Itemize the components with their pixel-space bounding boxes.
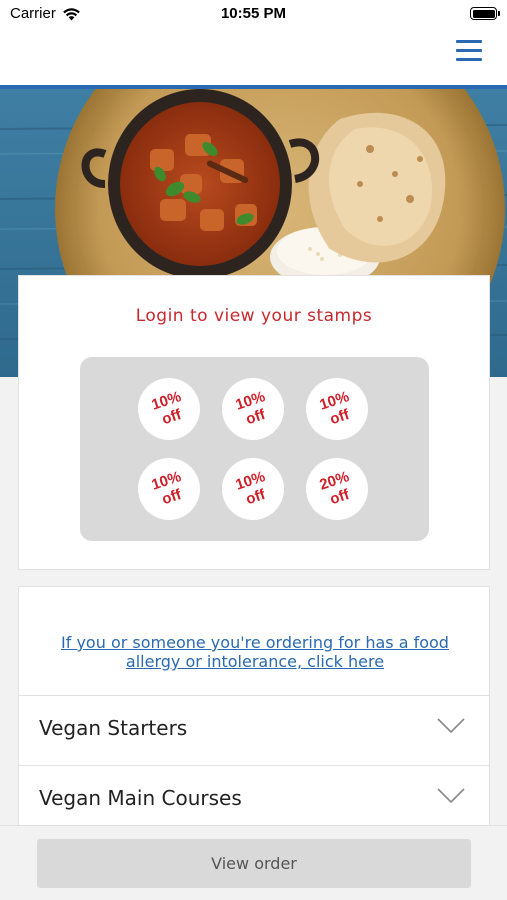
stamp-1: 10% off <box>138 378 200 440</box>
chevron-down-icon <box>437 788 465 808</box>
stamp-6: 20% off <box>306 458 368 520</box>
category-vegan-starters[interactable]: Vegan Starters <box>19 695 489 765</box>
stamp-4: 10% off <box>138 458 200 520</box>
bottom-bar: View order <box>0 825 507 900</box>
status-bar: Carrier 10:55 PM <box>0 0 507 30</box>
hamburger-menu-icon[interactable] <box>456 40 482 64</box>
stamp-5: 10% off <box>222 458 284 520</box>
allergy-info-link[interactable]: If you or someone you're ordering for ha… <box>39 633 471 671</box>
stamp-2: 10% off <box>222 378 284 440</box>
stamp-card: Login to view your stamps 10% off 10% off … <box>18 275 490 570</box>
stamp-grid: 10% off 10% off 10% off 10% off 10% off 20% of… <box>80 357 429 541</box>
view-order-button[interactable]: View order <box>37 839 471 888</box>
stamp-login-prompt[interactable]: Login to view your stamps <box>19 306 489 326</box>
category-label: Vegan Starters <box>39 716 188 740</box>
category-label: Vegan Main Courses <box>39 786 242 810</box>
chevron-down-icon <box>437 718 465 738</box>
stamp-3: 10% off <box>306 378 368 440</box>
nav-bar <box>0 30 507 87</box>
battery-icon <box>470 7 500 20</box>
clock: 10:55 PM <box>220 5 287 22</box>
